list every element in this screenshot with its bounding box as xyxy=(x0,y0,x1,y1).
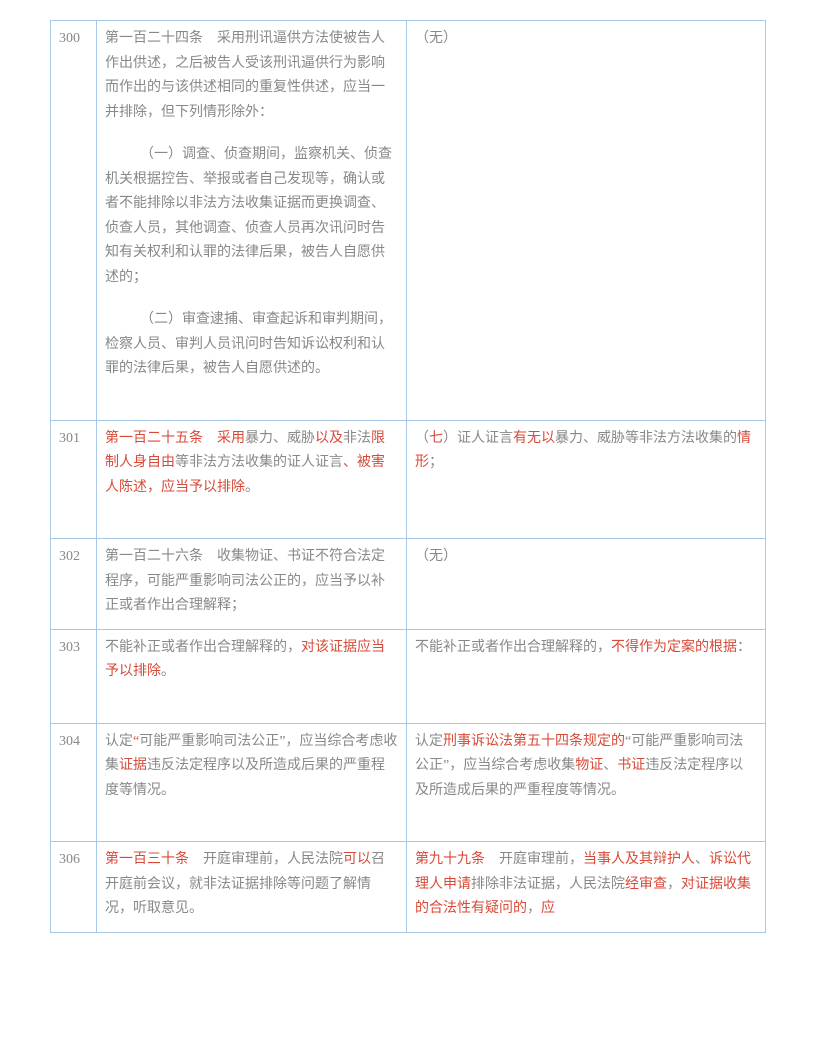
right-cell: 认定刑事诉讼法第五十四条规定的“可能严重影响司法公正”，应当综合考虑收集物证、书… xyxy=(407,723,766,842)
paragraph: 第一百三十条 开庭审理前，人民法院可以召开庭前会议，就非法证据排除等问题了解情况… xyxy=(105,848,398,922)
text-run: 第一百二十五条 采用 xyxy=(105,431,245,446)
left-cell: 第一百二十五条 采用暴力、威胁以及非法限制人身自由等非法方法收集的证人证言、被害… xyxy=(97,420,407,539)
text-run: 违反法定程序以及所造成后果的严重程度等情况。 xyxy=(105,758,385,798)
row-number: 301 xyxy=(51,420,97,539)
text-run: （二）审查逮捕、审查起诉和审判期间，检察人员、审判人员讯问时告知诉讼权利和认罪的… xyxy=(105,312,392,376)
text-run: （无） xyxy=(415,31,457,46)
table-row: 303不能补正或者作出合理解释的，对该证据应当予以排除。不能补正或者作出合理解释… xyxy=(51,629,766,723)
paragraph: 不能补正或者作出合理解释的，不得作为定案的根据： xyxy=(415,636,757,661)
paragraph: （一）调查、侦查期间，监察机关、侦查机关根据控告、举报或者自己发现等，确认或者不… xyxy=(105,143,398,290)
text-run: 、 xyxy=(603,758,617,773)
text-run: 、 xyxy=(695,852,709,867)
text-run: 第一百二十六条 收集物证、书证不符合法定程序，可能严重影响司法公正的，应当予以补… xyxy=(105,549,385,613)
paragraph: 第一百二十五条 采用暴力、威胁以及非法限制人身自由等非法方法收集的证人证言、被害… xyxy=(105,427,398,501)
right-cell: （七）证人证言有无以暴力、威胁等非法方法收集的情形； xyxy=(407,420,766,539)
right-cell: （无） xyxy=(407,539,766,630)
comparison-table: 300第一百二十四条 采用刑讯逼供方法使被告人作出供述，之后被告人受该刑讯逼供行… xyxy=(50,20,766,933)
row-number: 303 xyxy=(51,629,97,723)
text-run: （无） xyxy=(415,549,457,564)
text-run: 。 xyxy=(245,480,259,495)
text-run: （ xyxy=(415,431,429,446)
text-run: 暴力、威胁 xyxy=(245,431,315,446)
paragraph: （七）证人证言有无以暴力、威胁等非法方法收集的情形； xyxy=(415,427,757,476)
text-run: 。 xyxy=(161,664,175,679)
paragraph: 第一百二十四条 采用刑讯逼供方法使被告人作出供述，之后被告人受该刑讯逼供行为影响… xyxy=(105,27,398,125)
text-run: 当事人及其辩护人 xyxy=(583,852,695,867)
text-run: ， xyxy=(667,877,681,892)
text-run: 刑事诉讼法第五十四条规定的 xyxy=(443,734,625,749)
row-number: 306 xyxy=(51,842,97,933)
left-cell: 认定“可能严重影响司法公正”，应当综合考虑收集证据违反法定程序以及所造成后果的严… xyxy=(97,723,407,842)
paragraph: 不能补正或者作出合理解释的，对该证据应当予以排除。 xyxy=(105,636,398,685)
table-row: 301第一百二十五条 采用暴力、威胁以及非法限制人身自由等非法方法收集的证人证言… xyxy=(51,420,766,539)
right-cell: （无） xyxy=(407,21,766,421)
text-run: 证据 xyxy=(119,758,147,773)
text-run: 经审查 xyxy=(625,877,667,892)
text-run: （一）调查、侦查期间，监察机关、侦查机关根据控告、举报或者自己发现等，确认或者不… xyxy=(105,147,392,285)
text-run: 不能补正或者作出合理解释的， xyxy=(105,640,301,655)
table-row: 306第一百三十条 开庭审理前，人民法院可以召开庭前会议，就非法证据排除等问题了… xyxy=(51,842,766,933)
row-number: 302 xyxy=(51,539,97,630)
text-run: 以及 xyxy=(315,431,343,446)
text-run: 第一百三十条 xyxy=(105,852,203,867)
table-row: 304认定“可能严重影响司法公正”，应当综合考虑收集证据违反法定程序以及所造成后… xyxy=(51,723,766,842)
paragraph: （无） xyxy=(415,545,757,570)
text-run: 七 xyxy=(429,431,443,446)
left-cell: 第一百三十条 开庭审理前，人民法院可以召开庭前会议，就非法证据排除等问题了解情况… xyxy=(97,842,407,933)
text-run: ； xyxy=(429,455,443,470)
paragraph: （无） xyxy=(415,27,757,52)
text-run: 可以 xyxy=(343,852,371,867)
paragraph: 第一百二十六条 收集物证、书证不符合法定程序，可能严重影响司法公正的，应当予以补… xyxy=(105,545,398,619)
table-row: 302第一百二十六条 收集物证、书证不符合法定程序，可能严重影响司法公正的，应当… xyxy=(51,539,766,630)
text-run: 物证 xyxy=(575,758,603,773)
text-run: 排除非法证据，人民法院 xyxy=(471,877,625,892)
text-run: 第一百二十四条 采用刑讯逼供方法使被告人作出供述，之后被告人受该刑讯逼供行为影响… xyxy=(105,31,385,120)
text-run: 开庭审理前，人民法院 xyxy=(203,852,343,867)
text-run: 暴力、威胁等非法方法收集的 xyxy=(555,431,737,446)
right-cell: 不能补正或者作出合理解释的，不得作为定案的根据： xyxy=(407,629,766,723)
left-cell: 第一百二十六条 收集物证、书证不符合法定程序，可能严重影响司法公正的，应当予以补… xyxy=(97,539,407,630)
row-number: 300 xyxy=(51,21,97,421)
paragraph: 认定刑事诉讼法第五十四条规定的“可能严重影响司法公正”，应当综合考虑收集物证、书… xyxy=(415,730,757,804)
text-run: 认定 xyxy=(415,734,443,749)
right-cell: 第九十九条 开庭审理前，当事人及其辩护人、诉讼代理人申请排除非法证据，人民法院经… xyxy=(407,842,766,933)
text-run: 有无以 xyxy=(513,431,555,446)
text-run: 认定 xyxy=(105,734,133,749)
text-run: 开庭审理前， xyxy=(499,852,583,867)
text-run: 书证 xyxy=(617,758,645,773)
text-run: 应 xyxy=(541,901,555,916)
text-run: 第九十九条 xyxy=(415,852,499,867)
paragraph: 认定“可能严重影响司法公正”，应当综合考虑收集证据违反法定程序以及所造成后果的严… xyxy=(105,730,398,804)
left-cell: 第一百二十四条 采用刑讯逼供方法使被告人作出供述，之后被告人受该刑讯逼供行为影响… xyxy=(97,21,407,421)
text-run: 不得作为定案的根据 xyxy=(611,640,737,655)
text-run: ）证人证言 xyxy=(443,431,513,446)
text-run: ： xyxy=(737,640,751,655)
row-number: 304 xyxy=(51,723,97,842)
paragraph: 第九十九条 开庭审理前，当事人及其辩护人、诉讼代理人申请排除非法证据，人民法院经… xyxy=(415,848,757,922)
text-run: 非法 xyxy=(343,431,371,446)
table-row: 300第一百二十四条 采用刑讯逼供方法使被告人作出供述，之后被告人受该刑讯逼供行… xyxy=(51,21,766,421)
text-run: 等非法方法收集的证人证言 xyxy=(175,455,343,470)
text-run: ， xyxy=(527,901,541,916)
paragraph: （二）审查逮捕、审查起诉和审判期间，检察人员、审判人员讯问时告知诉讼权利和认罪的… xyxy=(105,308,398,382)
text-run: 不能补正或者作出合理解释的， xyxy=(415,640,611,655)
left-cell: 不能补正或者作出合理解释的，对该证据应当予以排除。 xyxy=(97,629,407,723)
